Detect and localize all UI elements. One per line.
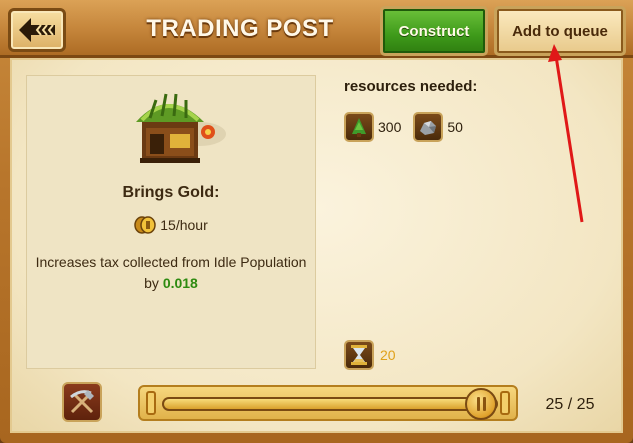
back-arrow-icon — [19, 18, 55, 42]
hourglass-icon — [344, 340, 374, 370]
description-value: 0.018 — [162, 275, 198, 291]
page-title: TRADING POST — [146, 15, 334, 42]
gold-rate-row: 15/hour — [26, 214, 316, 236]
build-time-value: 20 — [380, 347, 396, 363]
back-button[interactable] — [8, 8, 66, 52]
pause-bar-icon — [482, 397, 486, 411]
slider-track[interactable] — [162, 388, 498, 420]
slider-fill — [164, 399, 471, 409]
quantity-count: 25 / 25 — [545, 396, 595, 413]
stone-icon — [413, 112, 444, 142]
construct-button[interactable]: Construct — [380, 6, 488, 56]
pause-bar-icon — [476, 397, 480, 411]
slider-knob[interactable] — [465, 388, 497, 420]
wood-amount: 300 — [378, 119, 402, 135]
gold-rate-value: 15/hour — [160, 217, 208, 233]
pickaxe-shovel-icon — [70, 390, 94, 414]
building-description: Increases tax collected from Idle Popula… — [30, 252, 312, 294]
slider-right-cap — [500, 391, 510, 415]
quantity-slider[interactable] — [138, 385, 518, 421]
annotation-arrow — [548, 44, 584, 223]
build-time-row: 20 — [344, 340, 396, 370]
brings-gold-label: Brings Gold: — [122, 184, 220, 201]
stone-amount: 50 — [447, 119, 463, 135]
resources-needed-title: resources needed: — [344, 78, 478, 95]
gold-coin-icon — [134, 216, 156, 234]
slider-left-cap — [146, 391, 156, 415]
wood-icon — [344, 112, 374, 142]
resource-cost-row: 300 50 — [344, 112, 471, 142]
demolish-tools-button[interactable] — [62, 382, 102, 422]
trading-post-building-icon — [136, 93, 226, 163]
